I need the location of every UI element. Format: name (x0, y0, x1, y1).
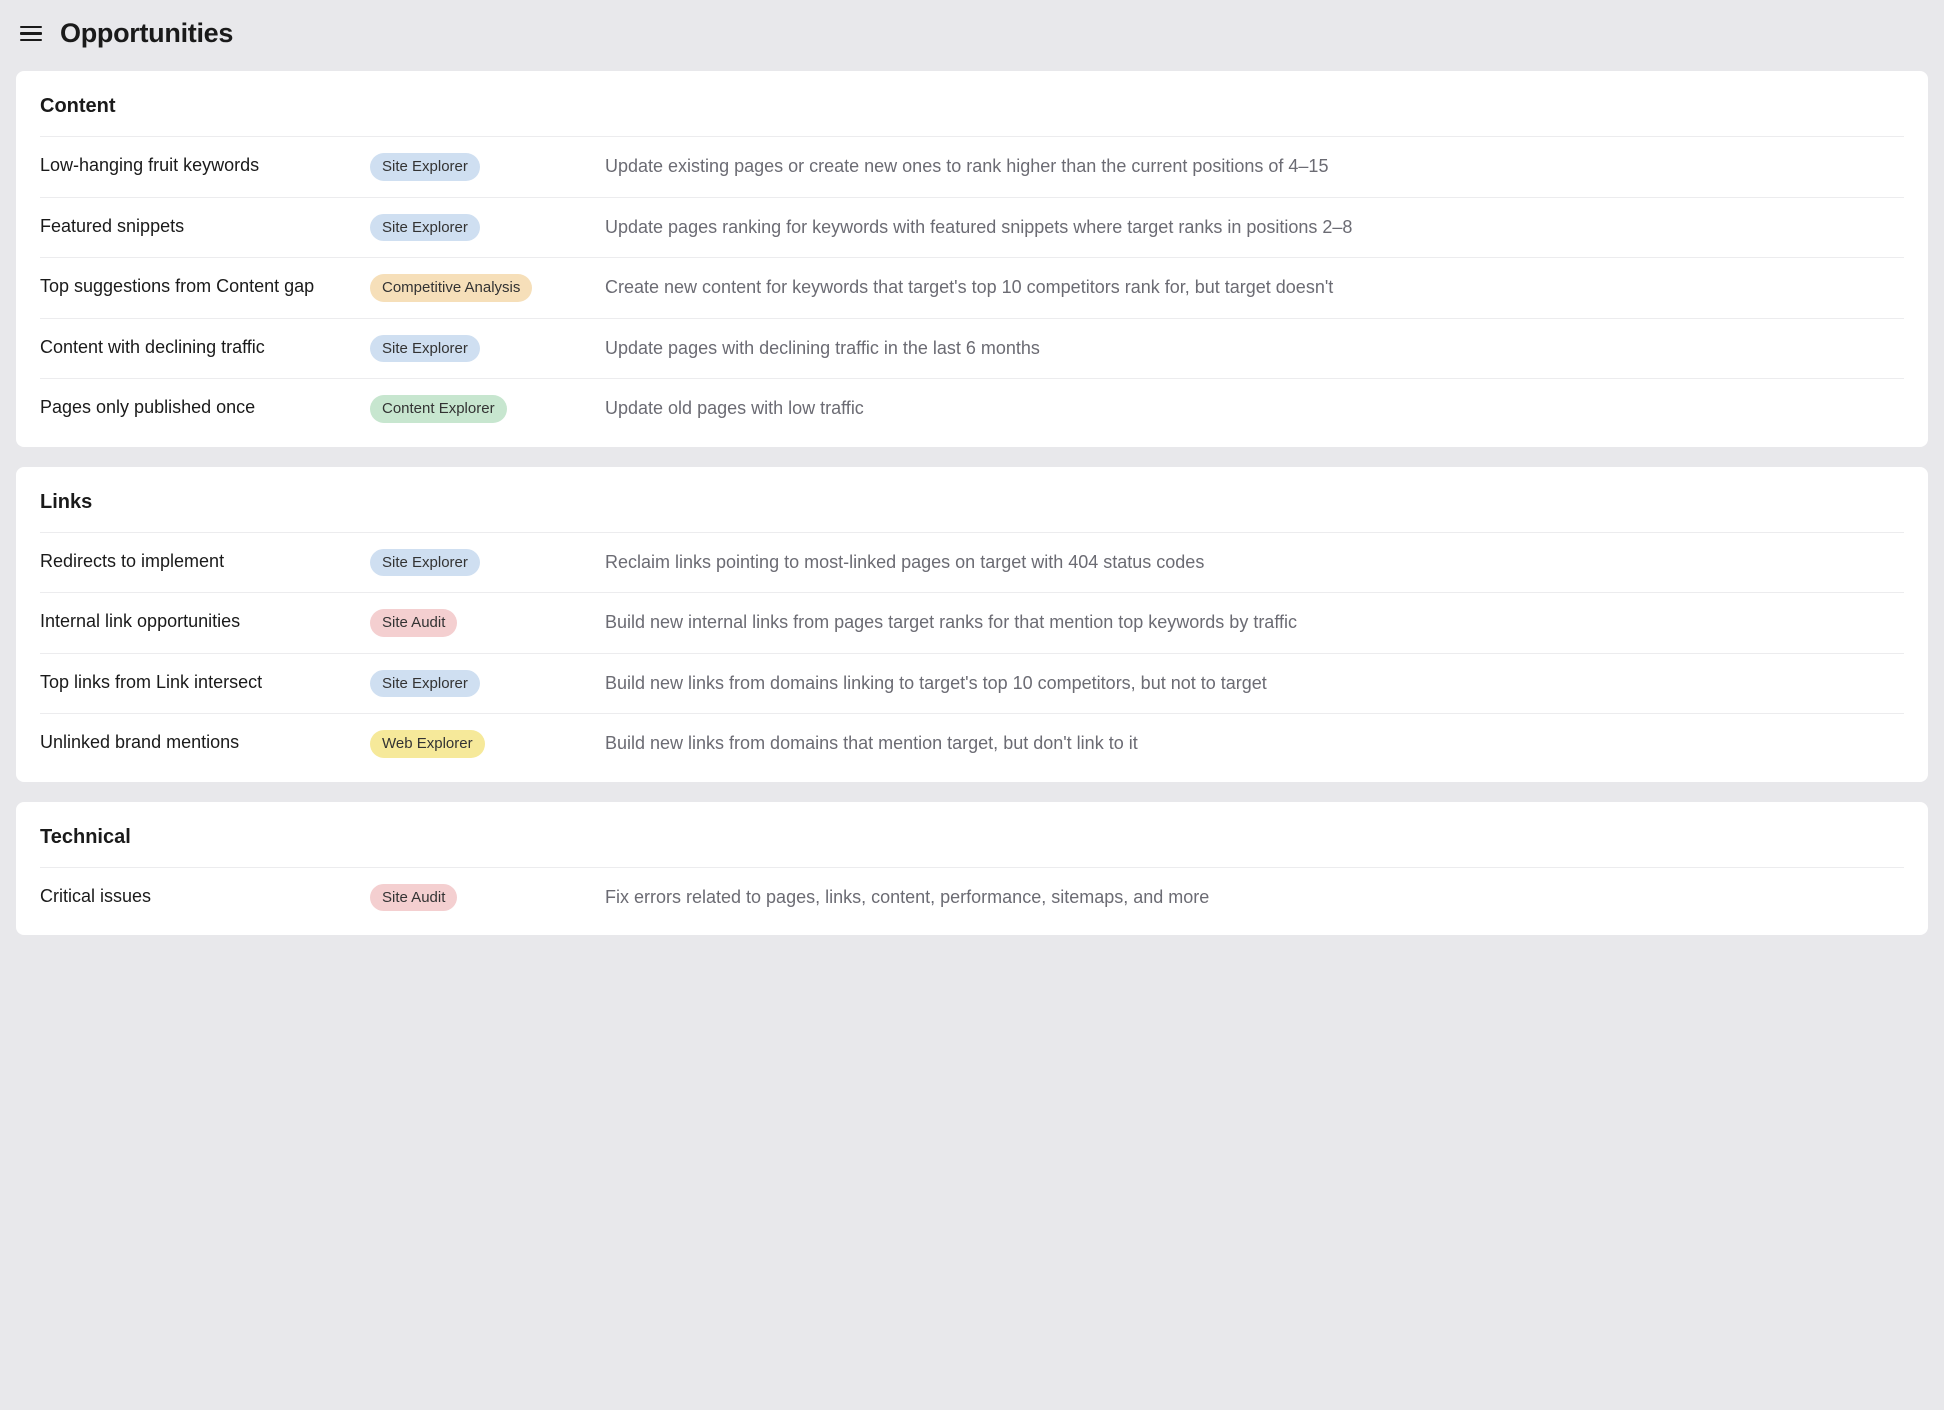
opportunity-desc: Build new links from domains that mentio… (605, 730, 1904, 757)
opportunity-row[interactable]: Unlinked brand mentionsWeb Explorer Build… (40, 713, 1904, 774)
tool-tag[interactable]: Site Audit (370, 884, 457, 912)
opportunity-name: Top links from Link intersect (40, 670, 370, 695)
opportunity-tag-col: Site Audit (370, 609, 605, 637)
section-title: Content (40, 95, 1904, 136)
opportunity-name: Pages only published once (40, 395, 370, 420)
opportunity-desc: Update old pages with low traffic (605, 395, 1904, 422)
section-title: Links (40, 491, 1904, 532)
opportunity-row[interactable]: Redirects to implementSite Explorer Recla… (40, 532, 1904, 593)
tool-tag[interactable]: Site Audit (370, 609, 457, 637)
opportunity-row[interactable]: Top links from Link intersectSite Explor… (40, 653, 1904, 714)
opportunity-desc: Update pages with declining traffic in t… (605, 335, 1904, 362)
opportunity-desc: Build new internal links from pages targ… (605, 609, 1904, 636)
section-card: LinksRedirects to implementSite Explorer… (16, 467, 1928, 782)
opportunity-row[interactable]: Pages only published onceContent Explore… (40, 378, 1904, 439)
tool-tag[interactable]: Content Explorer (370, 395, 507, 423)
opportunity-name: Featured snippets (40, 214, 370, 239)
tool-tag[interactable]: Site Explorer (370, 549, 480, 577)
section-title: Technical (40, 826, 1904, 867)
opportunity-name: Internal link opportunities (40, 609, 370, 634)
opportunity-row[interactable]: Critical issuesSite Audit Fix errors rela… (40, 867, 1904, 928)
opportunity-row[interactable]: Featured snippetsSite Explorer Update pag… (40, 197, 1904, 258)
section-card: Technical Critical issuesSite Audit Fix er… (16, 802, 1928, 936)
page-title: Opportunities (60, 18, 233, 49)
opportunity-name: Critical issues (40, 884, 370, 909)
section-card: ContentLow-hanging fruit keywordsSite Ex… (16, 71, 1928, 447)
opportunity-tag-col: Content Explorer (370, 395, 605, 423)
opportunity-desc: Update existing pages or create new ones… (605, 153, 1904, 180)
opportunity-name: Low-hanging fruit keywords (40, 153, 370, 178)
tool-tag[interactable]: Site Explorer (370, 670, 480, 698)
opportunity-desc: Update pages ranking for keywords with f… (605, 214, 1904, 241)
opportunity-tag-col: Web Explorer (370, 730, 605, 758)
opportunity-name: Unlinked brand mentions (40, 730, 370, 755)
tool-tag[interactable]: Site Explorer (370, 153, 480, 181)
page-header: Opportunities (0, 0, 1944, 67)
opportunity-tag-col: Competitive Analysis (370, 274, 605, 302)
opportunity-tag-col: Site Explorer (370, 214, 605, 242)
menu-icon[interactable] (20, 23, 42, 45)
opportunity-desc: Create new content for keywords that tar… (605, 274, 1904, 301)
opportunity-desc: Build new links from domains linking to … (605, 670, 1904, 697)
tool-tag[interactable]: Site Explorer (370, 214, 480, 242)
opportunity-tag-col: Site Explorer (370, 549, 605, 577)
opportunity-name: Redirects to implement (40, 549, 370, 574)
opportunity-row[interactable]: Top suggestions from Content gapCompetit… (40, 257, 1904, 318)
opportunity-desc: Fix errors related to pages, links, cont… (605, 884, 1904, 911)
opportunity-tag-col: Site Explorer (370, 670, 605, 698)
tool-tag[interactable]: Web Explorer (370, 730, 485, 758)
opportunity-tag-col: Site Audit (370, 884, 605, 912)
tool-tag[interactable]: Competitive Analysis (370, 274, 532, 302)
tool-tag[interactable]: Site Explorer (370, 335, 480, 363)
opportunity-row[interactable]: Internal link opportunitiesSite Audit Bui… (40, 592, 1904, 653)
opportunity-tag-col: Site Explorer (370, 153, 605, 181)
opportunity-name: Content with declining traffic (40, 335, 370, 360)
opportunity-name: Top suggestions from Content gap (40, 274, 370, 299)
opportunity-row[interactable]: Content with declining trafficSite Explo… (40, 318, 1904, 379)
opportunity-row[interactable]: Low-hanging fruit keywordsSite Explorer U… (40, 136, 1904, 197)
opportunity-desc: Reclaim links pointing to most-linked pa… (605, 549, 1904, 576)
opportunity-tag-col: Site Explorer (370, 335, 605, 363)
